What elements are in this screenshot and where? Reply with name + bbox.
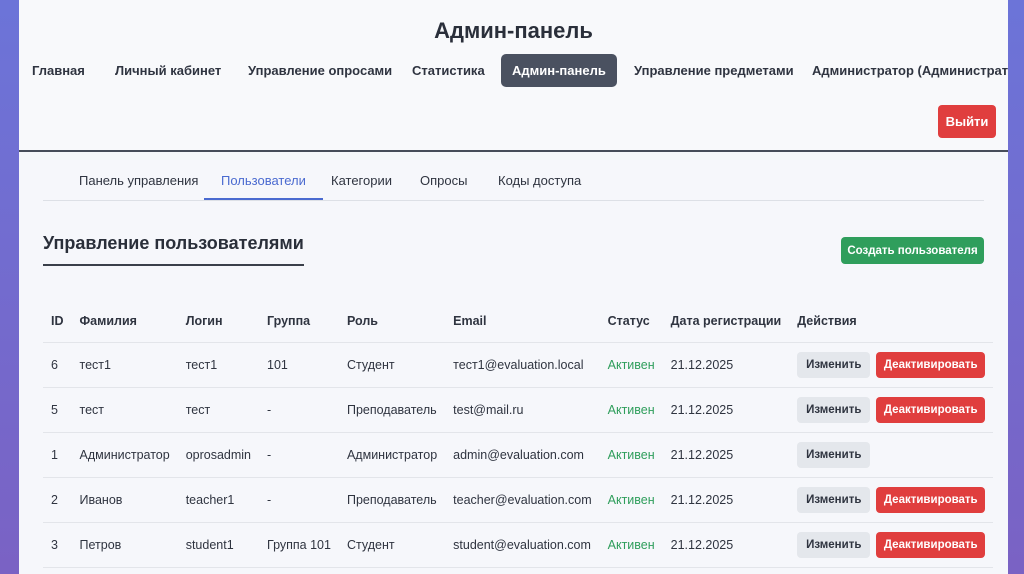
cell-registration-date: 21.12.2025 [662,477,790,523]
cell-registration-date: 21.12.2025 [662,432,790,478]
admin-tabs: Панель управления Пользователи Категории… [43,162,984,201]
table-row: 1 Администратор oprosadmin - Администрат… [43,432,994,478]
cell-actions: Изменить [789,432,994,478]
cell-status: Активен [599,477,663,523]
cell-group: 101 [259,342,339,388]
column-header-group: Группа [259,300,339,343]
cell-role: Студент [338,342,446,388]
column-header-actions: Действия [789,300,994,343]
edit-button[interactable]: Изменить [797,396,871,423]
cell-id: 5 [43,387,72,433]
column-header-login: Логин [177,300,260,343]
tab-categories[interactable]: Категории [314,162,409,200]
cell-email: test@mail.ru [445,387,600,433]
cell-surname: Иванов [71,477,178,523]
nav-item-statistics[interactable]: Статистика [401,54,496,87]
nav-item-home[interactable]: Главная [21,54,96,87]
section-title: Управление пользователями [43,233,304,266]
cell-registration-date: 21.12.2025 [662,522,790,568]
edit-button[interactable]: Изменить [797,531,871,558]
cell-surname: тест [71,387,178,433]
cell-login: teacher1 [177,477,260,523]
table-row: 2 Иванов teacher1 - Преподаватель teache… [43,477,994,523]
cell-group: - [259,432,339,478]
page-title: Админ-панель [434,18,593,43]
cell-email: admin@evaluation.com [445,432,600,478]
cell-login: тест1 [177,342,260,388]
column-header-status: Статус [599,300,663,343]
edit-button[interactable]: Изменить [797,486,871,513]
cell-role: Преподаватель [338,477,446,523]
deactivate-button[interactable]: Деактивировать [876,486,986,513]
cell-id: 3 [43,522,72,568]
nav-item-profile[interactable]: Личный кабинет [104,54,232,87]
column-header-surname: Фамилия [71,300,178,343]
cell-role: Студент [338,522,446,568]
cell-email: тест1@evaluation.local [445,342,600,388]
cell-registration-date: 21.12.2025 [662,342,790,388]
cell-actions: Изменить Деактивировать [789,522,994,568]
cell-id: 2 [43,477,72,523]
column-header-role: Роль [338,300,446,343]
logout-button[interactable]: Выйти [938,105,996,138]
column-header-id: ID [43,300,72,343]
tab-surveys[interactable]: Опросы [403,162,484,200]
edit-button[interactable]: Изменить [797,441,871,468]
cell-status: Активен [599,387,663,433]
tab-users[interactable]: Пользователи [204,162,323,200]
cell-role: Преподаватель [338,387,446,433]
header: Админ-панель Главная Личный кабинет Упра… [19,0,1008,152]
cell-actions: Изменить Деактивировать [789,477,994,523]
cell-actions: Изменить Деактивировать [789,387,994,433]
edit-button[interactable]: Изменить [797,351,871,378]
cell-status: Активен [599,342,663,388]
deactivate-button[interactable]: Деактивировать [876,531,986,558]
table-header-row: ID Фамилия Логин Группа Роль Email Стату… [43,300,994,343]
column-header-email: Email [445,300,600,343]
cell-email: student@evaluation.com [445,522,600,568]
cell-registration-date: 21.12.2025 [662,387,790,433]
nav-item-user-account[interactable]: Администратор (Администратор) [801,54,1008,87]
cell-login: oprosadmin [177,432,260,478]
cell-group: Группа 101 [259,522,339,568]
deactivate-button[interactable]: Деактивировать [876,351,986,378]
deactivate-button[interactable]: Деактивировать [876,396,986,423]
cell-actions: Изменить Деактивировать [789,342,994,388]
create-user-button[interactable]: Создать пользователя [841,237,984,264]
cell-id: 6 [43,342,72,388]
cell-surname: Администратор [71,432,178,478]
cell-login: тест [177,387,260,433]
cell-group: - [259,387,339,433]
cell-role: Администратор [338,432,446,478]
column-header-registration-date: Дата регистрации [662,300,790,343]
cell-status: Активен [599,522,663,568]
cell-surname: тест1 [71,342,178,388]
table-row: 5 тест тест - Преподаватель test@mail.ru… [43,387,994,433]
nav-item-surveys[interactable]: Управление опросами [237,54,403,87]
table-row: 6 тест1 тест1 101 Студент тест1@evaluati… [43,342,994,388]
cell-surname: Петров [71,522,178,568]
nav-item-admin-panel[interactable]: Админ-панель [501,54,617,87]
cell-status: Активен [599,432,663,478]
nav-item-subjects[interactable]: Управление предметами [623,54,805,87]
cell-email: teacher@evaluation.com [445,477,600,523]
cell-id: 1 [43,432,72,478]
app-frame: Админ-панель Главная Личный кабинет Упра… [19,0,1008,574]
tab-dashboard[interactable]: Панель управления [62,162,215,200]
cell-login: student1 [177,522,260,568]
tab-access-codes[interactable]: Коды доступа [481,162,598,200]
table-row: 3 Петров student1 Группа 101 Студент stu… [43,522,994,568]
users-table: ID Фамилия Логин Группа Роль Email Стату… [43,300,994,568]
cell-group: - [259,477,339,523]
